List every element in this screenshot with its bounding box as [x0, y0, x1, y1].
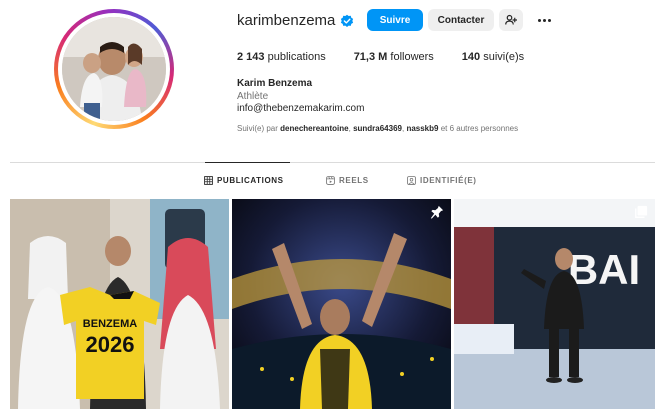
- post-2-image: [232, 199, 451, 409]
- followers-label: followers: [390, 51, 434, 63]
- following-label: suivi(e)s: [483, 51, 525, 63]
- reels-icon: [326, 176, 335, 185]
- posts-stat: 2 143 publications: [237, 51, 326, 63]
- profile-avatar-ring[interactable]: [54, 9, 174, 129]
- tab-tagged-label: IDENTIFIÉ(E): [420, 176, 477, 185]
- avatar[interactable]: [62, 17, 166, 121]
- followed-by-prefix: Suivi(e) par: [237, 124, 278, 133]
- avatar-photo: [62, 17, 166, 121]
- verified-badge-icon: [341, 14, 354, 27]
- following-stat[interactable]: 140 suivi(e)s: [462, 51, 524, 63]
- tab-reels[interactable]: REELS: [326, 176, 369, 185]
- tagged-icon: [407, 176, 416, 185]
- profile-stats: 2 143 publications 71,3 M followers 140 …: [237, 51, 552, 63]
- followed-by-account-3: nasskb9: [406, 124, 439, 133]
- avatar-frame: [58, 13, 170, 125]
- carousel-icon: [635, 205, 648, 218]
- followed-by-line[interactable]: Suivi(e) par denechereantoine, sundra643…: [237, 124, 518, 133]
- followers-count: 71,3 M: [353, 51, 388, 63]
- tab-publications[interactable]: PUBLICATIONS: [204, 176, 284, 185]
- profile-full-name: Karim Benzema: [237, 78, 313, 89]
- post-3-image: BAI: [454, 199, 655, 409]
- profile-category: Athlète: [237, 91, 269, 102]
- post-tile-2[interactable]: [232, 199, 451, 409]
- posts-count: 2 143: [237, 51, 265, 63]
- followed-by-suffix: et 6 autres personnes: [440, 124, 519, 133]
- contact-button[interactable]: Contacter: [428, 9, 494, 31]
- suggest-users-button[interactable]: [499, 9, 523, 31]
- more-options-icon[interactable]: [534, 12, 554, 28]
- post-1-image: BENZEMA 2026: [10, 199, 229, 409]
- active-tab-indicator: [205, 162, 290, 163]
- banner-text: BAI: [568, 246, 640, 293]
- pin-icon: [430, 205, 444, 219]
- tab-reels-label: REELS: [339, 176, 369, 185]
- posts-label: publications: [267, 51, 326, 63]
- add-user-icon: [505, 14, 517, 25]
- followed-by-account-2: sundra64369: [353, 124, 402, 133]
- jersey-name-text: BENZEMA: [83, 318, 137, 330]
- tab-publications-label: PUBLICATIONS: [217, 176, 284, 185]
- followers-stat[interactable]: 71,3 M followers: [354, 51, 434, 63]
- follow-button[interactable]: Suivre: [367, 9, 423, 31]
- post-tile-1[interactable]: BENZEMA 2026: [10, 199, 229, 409]
- followed-by-account-1: denechereantoine: [280, 124, 349, 133]
- grid-icon: [204, 176, 213, 185]
- post-tile-3[interactable]: BAI: [454, 199, 655, 409]
- following-count: 140: [461, 51, 481, 63]
- jersey-number-text: 2026: [86, 332, 135, 357]
- username-text: karimbenzema: [237, 12, 336, 29]
- profile-username: karimbenzema: [237, 12, 354, 29]
- tab-tagged[interactable]: IDENTIFIÉ(E): [407, 176, 477, 185]
- tabs-divider: [10, 162, 655, 163]
- profile-email: info@thebenzemakarim.com: [237, 103, 365, 114]
